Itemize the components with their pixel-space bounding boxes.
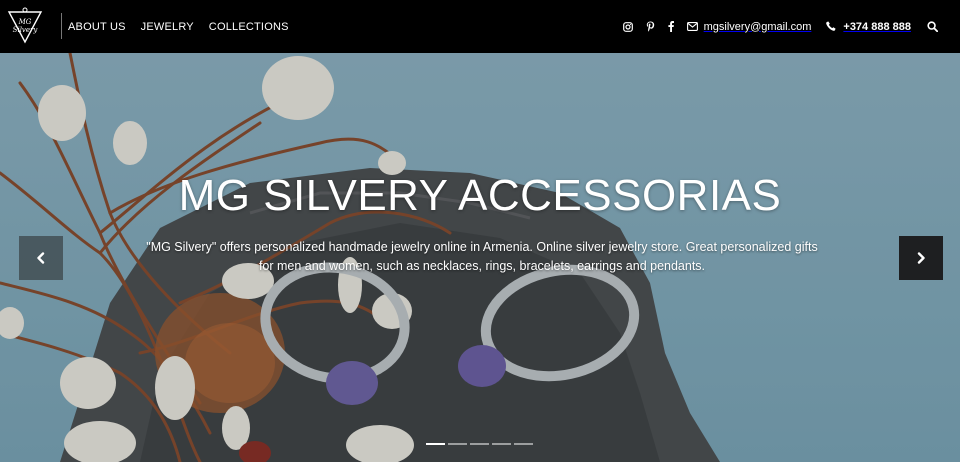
hero-slider: MG SILVERY ACCESSORIAS "MG Silvery" offe… xyxy=(0,53,960,462)
brand-logo[interactable]: MG Silvery xyxy=(6,6,44,46)
nav-item-jewelry[interactable]: JEWELRY xyxy=(141,21,194,33)
top-header: MG Silvery ABOUT US JEWELRY COLLECTIONS xyxy=(0,0,960,53)
phone-link[interactable]: +374 888 888 xyxy=(826,18,927,36)
nav-item-about-us[interactable]: ABOUT US xyxy=(68,21,126,33)
slider-next-button[interactable] xyxy=(899,236,943,280)
hero-title: MG SILVERY ACCESSORIAS xyxy=(178,171,782,220)
logo-text-line1: MG xyxy=(18,18,32,26)
facebook-icon[interactable] xyxy=(668,21,674,32)
slider-prev-button[interactable] xyxy=(19,236,63,280)
logo-text-line2: Silvery xyxy=(12,26,38,34)
slide-indicator-2[interactable] xyxy=(448,443,467,445)
chevron-left-icon xyxy=(37,252,45,264)
slide-indicator-1[interactable] xyxy=(426,443,445,445)
nav-item-collections[interactable]: COLLECTIONS xyxy=(209,21,289,33)
envelope-icon xyxy=(686,18,698,36)
logo-text: MG Silvery xyxy=(6,18,44,34)
chevron-right-icon xyxy=(917,252,925,264)
slide-indicator-5[interactable] xyxy=(514,443,533,445)
phone-icon xyxy=(826,18,836,36)
slide-indicator-3[interactable] xyxy=(470,443,489,445)
social-links xyxy=(622,21,687,32)
email-link[interactable]: mgsilvery@gmail.com xyxy=(686,18,827,36)
slider-indicators xyxy=(426,443,536,445)
nav-divider xyxy=(61,13,62,39)
slide-indicator-4[interactable] xyxy=(492,443,511,445)
header-tools: mgsilvery@gmail.com +374 888 888 xyxy=(622,0,938,53)
pinterest-icon[interactable] xyxy=(646,21,655,32)
main-nav: ABOUT US JEWELRY COLLECTIONS xyxy=(68,0,304,53)
phone-text: +374 888 888 xyxy=(843,20,911,33)
email-text: mgsilvery@gmail.com xyxy=(703,20,812,33)
search-icon[interactable] xyxy=(927,21,938,32)
hero-description: "MG Silvery" offers personalized handmad… xyxy=(146,240,818,273)
instagram-icon[interactable] xyxy=(622,21,633,32)
